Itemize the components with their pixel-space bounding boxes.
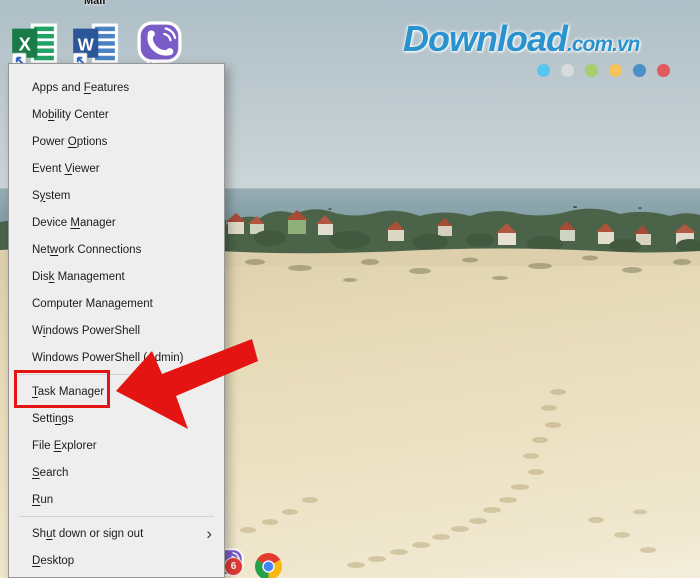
menu-item-label: Mobility Center xyxy=(32,109,216,121)
menu-item-label: Desktop xyxy=(32,555,216,567)
excel-letter: X xyxy=(19,33,32,54)
notification-badge: 6 xyxy=(224,557,243,576)
menu-item-shut-down-or-sign-out[interactable]: Shut down or sign out› xyxy=(9,520,224,547)
winx-menu: Apps and Features Mobility Center Power Op… xyxy=(8,63,225,578)
menu-item-label: Search xyxy=(32,467,216,479)
menu-item-label: Windows PowerShell xyxy=(32,325,216,337)
menu-item-label: Run xyxy=(32,494,216,506)
menu-item-windows-powershell-admin[interactable]: Windows PowerShell (Admin) xyxy=(9,344,224,371)
watermark-logo: Download.com.vn xyxy=(403,18,698,77)
watermark-brand: Download xyxy=(403,18,567,60)
menu-separator xyxy=(19,516,214,517)
chrome-icon[interactable] xyxy=(254,552,283,578)
watermark-suffix: .com.vn xyxy=(567,33,639,57)
menu-item-search[interactable]: Search xyxy=(9,459,224,486)
word-letter: W xyxy=(78,34,95,54)
mail-icon-label: Mail xyxy=(84,0,105,7)
menu-item-computer-management[interactable]: Computer Management xyxy=(9,290,224,317)
menu-item-file-explorer[interactable]: File Explorer xyxy=(9,432,224,459)
watermark-dot xyxy=(561,64,574,77)
watermark-dot xyxy=(585,64,598,77)
menu-item-run[interactable]: Run xyxy=(9,486,224,513)
menu-item-label: Windows PowerShell (Admin) xyxy=(32,352,216,364)
menu-item-label: Device Manager xyxy=(32,217,216,229)
menu-item-label: Disk Management xyxy=(32,271,216,283)
menu-item-device-manager[interactable]: Device Manager xyxy=(9,209,224,236)
menu-item-label: Task Manager xyxy=(32,386,216,398)
menu-item-label: System xyxy=(32,190,216,202)
watermark-dot xyxy=(609,64,622,77)
menu-item-label: Settings xyxy=(32,413,216,425)
watermark-dot xyxy=(633,64,646,77)
menu-separator xyxy=(19,374,214,375)
submenu-chevron-icon: › xyxy=(206,525,212,542)
menu-item-power-options[interactable]: Power Options xyxy=(9,128,224,155)
menu-item-label: Computer Management xyxy=(32,298,216,310)
menu-item-disk-management[interactable]: Disk Management xyxy=(9,263,224,290)
watermark-dot xyxy=(537,64,550,77)
menu-item-settings[interactable]: Settings xyxy=(9,405,224,432)
menu-item-apps-and-features[interactable]: Apps and Features xyxy=(9,74,224,101)
menu-item-desktop[interactable]: Desktop xyxy=(9,547,224,574)
menu-item-event-viewer[interactable]: Event Viewer xyxy=(9,155,224,182)
menu-item-task-manager[interactable]: Task Manager xyxy=(9,378,224,405)
menu-item-network-connections[interactable]: Network Connections xyxy=(9,236,224,263)
menu-item-label: Apps and Features xyxy=(32,82,216,94)
watermark-dots xyxy=(537,64,698,77)
menu-item-label: Power Options xyxy=(32,136,216,148)
menu-item-label: Event Viewer xyxy=(32,163,216,175)
menu-item-windows-powershell[interactable]: Windows PowerShell xyxy=(9,317,224,344)
menu-item-label: Shut down or sign out xyxy=(32,528,206,540)
menu-item-mobility-center[interactable]: Mobility Center xyxy=(9,101,224,128)
desktop: Download.com.vn Mail X xyxy=(0,0,700,578)
menu-item-system[interactable]: System xyxy=(9,182,224,209)
menu-item-label: File Explorer xyxy=(32,440,216,452)
watermark-dot xyxy=(657,64,670,77)
menu-item-label: Network Connections xyxy=(32,244,216,256)
